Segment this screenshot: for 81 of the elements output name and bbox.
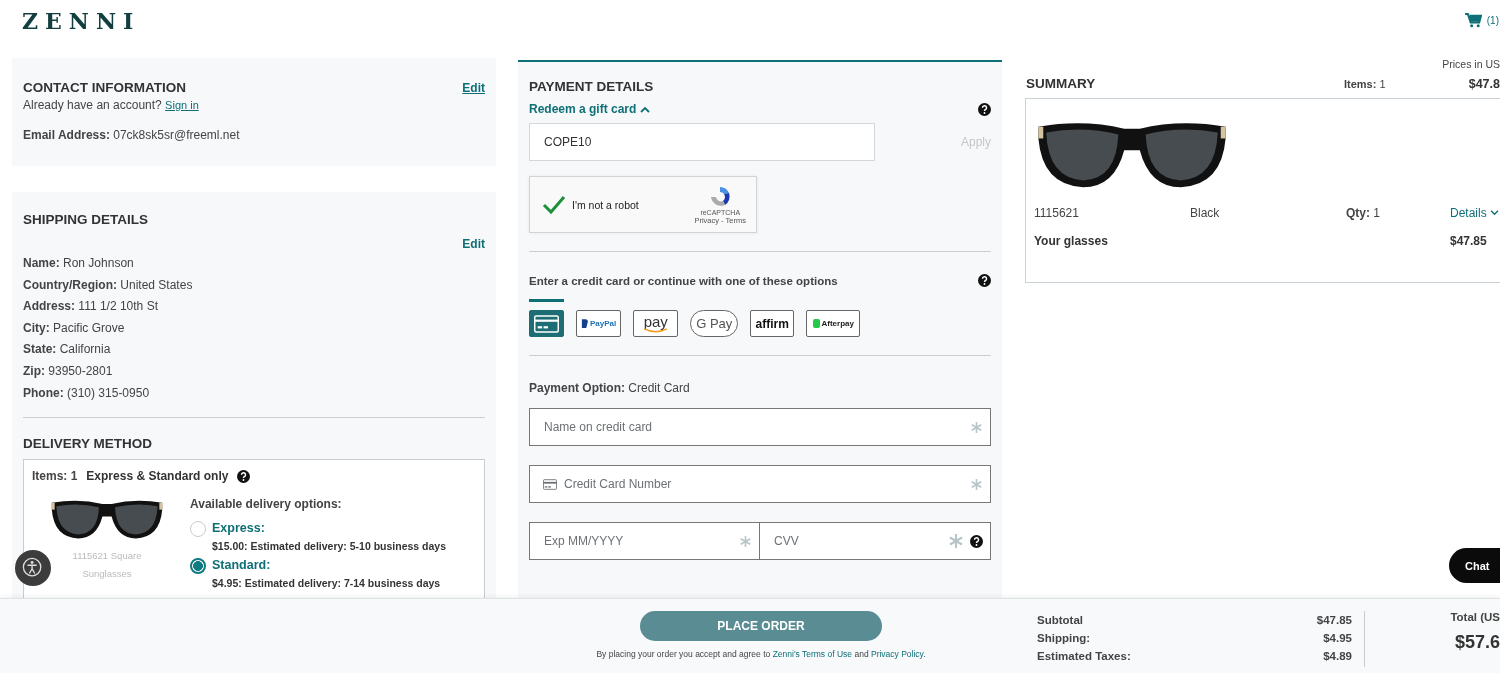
product-sku: 1115621	[1034, 206, 1080, 220]
accessibility-icon	[22, 557, 44, 579]
shipping-field: Country/Region: United States	[23, 274, 485, 297]
email-address: Email Address: 07ck8sk5sr@freeml.net	[23, 127, 241, 144]
shipping-field: Address: 111 1/2 10th St	[23, 296, 485, 318]
option-detail: $15.00: Estimated delivery: 5-10 business days	[212, 540, 447, 553]
options-title: Available delivery options:	[190, 497, 343, 512]
option-name: Express:	[212, 521, 266, 536]
section-title: SUMMARY	[1026, 76, 1097, 91]
quantity: Qty: 1	[1346, 206, 1381, 220]
product-name: Your glasses	[1034, 234, 1109, 248]
text-field[interactable]: Credit Card Number	[529, 464, 991, 503]
help-icon[interactable]	[978, 274, 991, 287]
grand-total: $57.6	[1454, 632, 1500, 653]
affirm-button[interactable]: affirm	[750, 310, 795, 337]
help-icon[interactable]	[978, 102, 991, 116]
total-value: $47.85	[1316, 613, 1352, 628]
total-label: Estimated Taxes:	[1037, 649, 1131, 664]
shipping-field: Zip: 93950-2801	[23, 360, 485, 383]
payment-prompt: Enter a credit card or continue with one of these options	[529, 274, 838, 287]
checkmark-icon[interactable]	[542, 194, 566, 215]
items-count: Items: 1	[1344, 77, 1387, 90]
paypal-button[interactable]: PayPal	[576, 310, 622, 337]
product-price: $47.85	[1450, 234, 1488, 248]
amazon-pay-button[interactable]: pay	[633, 310, 679, 337]
required-icon	[949, 533, 963, 548]
product-color: Black	[1190, 206, 1221, 220]
shipping-field: Phone: (310) 315-0950	[23, 382, 485, 405]
total-value: $4.95	[1323, 631, 1352, 646]
text-field[interactable]: Name on credit card	[529, 407, 991, 446]
radio-button[interactable]	[190, 558, 206, 575]
section-title: DELIVERY METHOD	[23, 436, 153, 452]
edit-link[interactable]: Edit	[462, 237, 485, 251]
cart-count[interactable]: (1)	[1486, 15, 1499, 26]
gift-card-toggle[interactable]: Redeem a gift card	[529, 102, 651, 116]
payment-option: Payment Option: Credit Card	[529, 378, 991, 400]
details-link[interactable]: Details	[1450, 206, 1500, 220]
help-icon[interactable]	[237, 469, 251, 483]
logo[interactable]: ZENNI	[22, 9, 141, 33]
sign-in-link[interactable]: Sign in	[165, 99, 199, 111]
total-label: Shipping:	[1037, 631, 1090, 646]
account-prompt: Already have an account? Sign in	[23, 98, 200, 112]
afterpay-button[interactable]: Afterpay	[806, 310, 861, 337]
privacy-link[interactable]: Privacy Policy.	[870, 649, 926, 659]
required-icon	[971, 478, 982, 490]
captcha-label: I'm not a robot	[572, 198, 640, 211]
required-icon	[740, 535, 751, 547]
prices-note: Prices in US	[1441, 58, 1500, 70]
section-title: SHIPPING DETAILS	[23, 212, 149, 227]
shipping-field: State: California	[23, 339, 485, 361]
shipping-field: Name: Ron Johnson	[23, 253, 485, 275]
google-pay-button[interactable]: G Pay	[690, 310, 739, 337]
required-icon	[971, 421, 982, 433]
shield-icon	[581, 319, 588, 328]
shipping-field: City: Pacific Grove	[23, 317, 485, 340]
gift-card-field[interactable]: COPE10	[529, 123, 875, 161]
total-label: Total (US	[1450, 611, 1500, 623]
place-order-button[interactable]: PLACE ORDER	[640, 611, 882, 641]
section-title: PAYMENT DETAILS	[529, 79, 655, 94]
credit-card-icon	[534, 312, 559, 335]
section-title: CONTACT INFORMATION	[23, 80, 186, 95]
text-field[interactable]: Exp MM/YYYY	[529, 521, 760, 560]
items-count: Items: 1	[32, 469, 78, 484]
option-detail: $4.95: Estimated delivery: 7-14 business days	[212, 577, 441, 590]
edit-link[interactable]: Edit	[462, 80, 485, 95]
option-name: Standard:	[212, 558, 272, 573]
total-value: $4.89	[1323, 649, 1352, 664]
summary-total: $47.8	[1467, 76, 1500, 91]
text-field[interactable]: CVV	[760, 521, 991, 560]
terms-text: By placing your order you accept and agree to Zenni's Terms of Use and Privacy Policy.	[596, 649, 926, 659]
delivery-note: Express & Standard only	[86, 469, 229, 484]
total-label: Subtotal	[1037, 613, 1083, 628]
cart-icon[interactable]	[1464, 13, 1482, 28]
chevron-icon	[1489, 210, 1499, 216]
chevron-icon	[640, 105, 651, 113]
terms-link[interactable]: Zenni's Terms of Use	[772, 649, 853, 659]
product-caption: 1115621 Square Sunglasses	[71, 549, 143, 582]
recaptcha-icon	[708, 184, 733, 209]
chat-button[interactable]: Chat	[1449, 548, 1500, 583]
credit-card-button[interactable]	[529, 310, 564, 337]
help-icon[interactable]	[970, 534, 983, 548]
